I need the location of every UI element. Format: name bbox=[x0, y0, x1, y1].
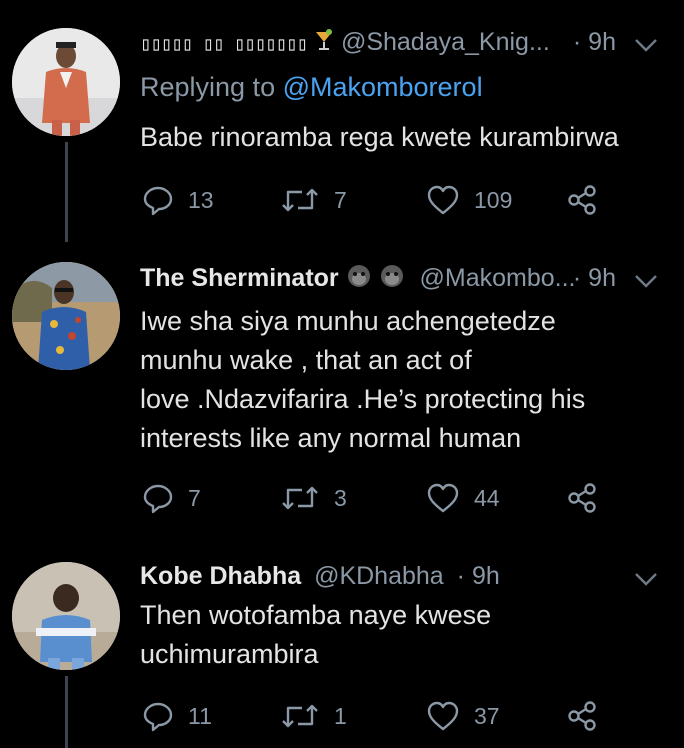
tweet-text-line: uchimurambira bbox=[140, 639, 319, 669]
tweet-actions: 11 1 37 bbox=[140, 696, 640, 736]
like-button[interactable]: 109 bbox=[426, 180, 512, 220]
chevron-down-icon[interactable] bbox=[634, 274, 658, 288]
handle[interactable]: @Makombo... bbox=[420, 264, 576, 292]
heart-icon bbox=[427, 483, 459, 513]
reply-button[interactable]: 7 bbox=[142, 478, 201, 518]
tweet[interactable]: ▯▯▯▯▯ ▯▯ ▯▯▯▯▯▯▯ @Shadaya_Knig... · 9h R… bbox=[0, 0, 684, 242]
retweet-count: 3 bbox=[334, 484, 347, 511]
gorilla-emoji-icon bbox=[379, 264, 405, 295]
like-button[interactable]: 44 bbox=[426, 478, 500, 518]
retweet-icon bbox=[282, 486, 318, 510]
drink-emoji-icon bbox=[314, 28, 334, 59]
retweet-button[interactable]: 7 bbox=[280, 180, 347, 220]
heart-icon bbox=[427, 185, 459, 215]
tweet-text-line: Iwe sha siya munhu achengetedze bbox=[140, 306, 556, 336]
tweet-text-line: munhu wake , that an act of bbox=[140, 345, 472, 375]
tweet-text-line: Then wotofamba naye kwese bbox=[140, 600, 492, 630]
tweet-text-line: love .Ndazvifarira .He’s protecting his bbox=[140, 384, 586, 414]
retweet-button[interactable]: 1 bbox=[280, 696, 347, 736]
retweet-icon bbox=[282, 188, 318, 212]
heart-icon bbox=[427, 701, 459, 731]
tweet[interactable]: Kobe Dhabha @KDhabha · 9h Then wotofamba… bbox=[0, 540, 684, 748]
reply-icon bbox=[143, 484, 173, 514]
reply-count: 13 bbox=[188, 186, 214, 213]
share-icon bbox=[568, 483, 596, 513]
thread-line bbox=[65, 142, 68, 242]
share-button[interactable] bbox=[566, 696, 598, 736]
tweet-text: Babe rinoramba rega kwete kurambirwa bbox=[140, 122, 619, 152]
retweet-button[interactable]: 3 bbox=[280, 478, 347, 518]
tweet-actions: 13 7 109 bbox=[140, 180, 640, 220]
reply-button[interactable]: 13 bbox=[142, 180, 214, 220]
share-button[interactable] bbox=[566, 180, 598, 220]
retweet-count: 7 bbox=[334, 186, 347, 213]
gorilla-emoji-icon bbox=[346, 264, 372, 295]
tweet[interactable]: The Sherminator @Makombo... · 9h Iwe sha… bbox=[0, 240, 684, 540]
chevron-down-icon[interactable] bbox=[634, 38, 658, 52]
tweet-header: ▯▯▯▯▯ ▯▯ ▯▯▯▯▯▯▯ @Shadaya_Knig... · 9h bbox=[140, 28, 664, 68]
share-icon bbox=[568, 185, 596, 215]
thread-line bbox=[65, 676, 68, 748]
replying-to: Replying to @Makomborerol bbox=[140, 72, 483, 103]
share-button[interactable] bbox=[566, 478, 598, 518]
reply-count: 11 bbox=[188, 702, 212, 729]
reply-count: 7 bbox=[188, 484, 201, 511]
like-count: 44 bbox=[474, 484, 500, 511]
display-name[interactable]: The Sherminator bbox=[140, 264, 339, 292]
tweet-text-line: interests like any normal human bbox=[140, 423, 522, 453]
tweet-actions: 7 3 44 bbox=[140, 478, 640, 518]
reply-button[interactable]: 11 bbox=[142, 696, 212, 736]
timestamp[interactable]: · 9h bbox=[457, 562, 500, 590]
handle[interactable]: @KDhabha bbox=[314, 562, 444, 590]
like-button[interactable]: 37 bbox=[426, 696, 500, 736]
display-name[interactable]: Kobe Dhabha bbox=[140, 562, 301, 590]
avatar[interactable] bbox=[12, 562, 120, 670]
reply-icon bbox=[143, 186, 173, 216]
retweet-icon bbox=[282, 704, 318, 728]
like-count: 109 bbox=[474, 186, 513, 213]
timestamp[interactable]: · 9h bbox=[573, 28, 616, 57]
timestamp[interactable]: · 9h bbox=[573, 264, 616, 293]
handle[interactable]: @Shadaya_Knig... bbox=[341, 28, 550, 56]
mention-link[interactable]: @Makomborerol bbox=[283, 72, 483, 102]
display-name[interactable]: ▯▯▯▯▯ ▯▯ ▯▯▯▯▯▯▯ bbox=[140, 33, 308, 55]
tweet-text: Then wotofamba naye kwese uchimurambira bbox=[140, 596, 664, 674]
avatar[interactable] bbox=[12, 28, 120, 136]
like-count: 37 bbox=[474, 702, 500, 729]
share-icon bbox=[568, 701, 596, 731]
reply-icon bbox=[143, 702, 173, 732]
avatar[interactable] bbox=[12, 262, 120, 370]
chevron-down-icon[interactable] bbox=[634, 572, 658, 586]
retweet-count: 1 bbox=[334, 702, 347, 729]
tweet-text: Iwe sha siya munhu achengetedze munhu wa… bbox=[140, 302, 664, 458]
tweet-header: The Sherminator @Makombo... · 9h bbox=[140, 264, 664, 304]
replying-prefix: Replying to bbox=[140, 72, 283, 102]
